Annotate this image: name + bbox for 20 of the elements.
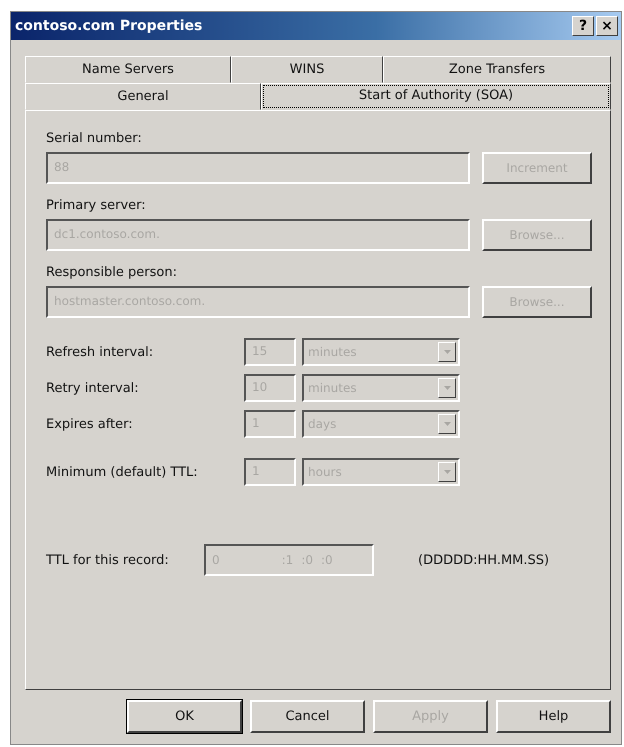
format-hint: (DDDDD:HH.MM.SS)	[418, 552, 550, 568]
tab[interactable]: General	[25, 83, 261, 110]
help-button[interactable]: ?	[572, 16, 594, 36]
tab[interactable]: WINS	[231, 56, 383, 83]
field-label: Refresh interval:	[46, 344, 154, 360]
field-label: Retry interval:	[46, 380, 140, 396]
field-label: Expires after:	[46, 416, 134, 432]
window-title: contoso.com Properties	[15, 18, 202, 34]
field-label: TTL for this record:	[46, 552, 170, 568]
field-label: Serial number:	[46, 131, 143, 146]
dialog-button[interactable]: Help	[496, 700, 611, 733]
tab[interactable]: Name Servers	[25, 56, 231, 83]
tab[interactable]: Start of Authority (SOA)	[261, 83, 611, 110]
dialog-button[interactable]: Cancel	[250, 700, 365, 733]
close-button[interactable]: ×	[596, 16, 618, 36]
field-label: Responsible person:	[46, 265, 178, 280]
tab[interactable]: Zone Transfers	[383, 56, 611, 83]
field-label: Minimum (default) TTL:	[46, 464, 199, 480]
field-label: Primary server:	[46, 198, 147, 213]
dialog-button[interactable]: OK	[127, 700, 242, 733]
